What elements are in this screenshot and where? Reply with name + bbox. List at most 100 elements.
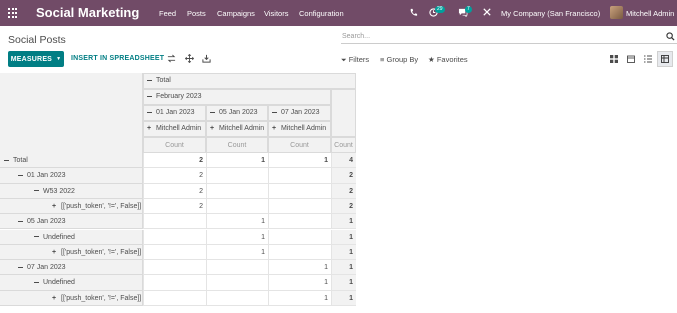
pivot-row-header[interactable]: 07 Jan 2023 (0, 260, 143, 276)
pivot-value-cell[interactable]: 2 (143, 198, 206, 215)
pivot-col-date-header[interactable]: 01 Jan 2023 (143, 105, 206, 121)
pivot-col-user-header[interactable]: + Mitchell Admin (206, 121, 268, 137)
calendar-view-button[interactable] (623, 51, 639, 67)
pivot-value-cell[interactable]: 1 (206, 244, 268, 261)
pivot-col-user-header[interactable]: + Mitchell Admin (143, 121, 206, 137)
pivot-col-total-header[interactable]: Total (143, 73, 356, 89)
pivot-value-cell[interactable]: 2 (143, 168, 206, 184)
collapse-icon (210, 109, 219, 116)
kanban-view-button[interactable] (606, 51, 622, 67)
pivot-value-cell[interactable] (143, 214, 206, 230)
pivot-value-cell[interactable] (268, 214, 331, 230)
menu-feed[interactable]: Feed (159, 9, 176, 18)
pivot-col-date-header[interactable]: 07 Jan 2023 (268, 105, 331, 121)
phone-icon[interactable] (409, 8, 418, 19)
app-brand[interactable]: Social Marketing (36, 5, 139, 20)
measure-header[interactable]: Count (268, 137, 331, 153)
pivot-value-cell[interactable]: 1 (331, 260, 356, 276)
groupby-dropdown[interactable]: ≡ Group By (380, 55, 418, 64)
pivot-value-cell[interactable] (206, 168, 268, 184)
pivot-row-header[interactable]: 01 Jan 2023 (0, 168, 143, 184)
menu-configuration[interactable]: Configuration (299, 9, 344, 18)
col-date-label: 05 Jan 2023 (219, 109, 258, 116)
company-switcher[interactable]: My Company (San Francisco) (501, 9, 600, 18)
flip-axis-icon[interactable] (167, 54, 176, 63)
pivot-row-header[interactable]: + [['push_token', '!=', False]] (0, 290, 143, 306)
pivot-value-cell[interactable]: 1 (206, 229, 268, 245)
pivot-value-cell[interactable] (143, 244, 206, 261)
expand-all-icon[interactable] (184, 53, 195, 64)
pivot-value-cell[interactable]: 1 (206, 214, 268, 230)
kanban-icon (610, 55, 618, 63)
pivot-col-date-header[interactable]: 05 Jan 2023 (206, 105, 268, 121)
pivot-value-cell[interactable]: 1 (206, 153, 268, 169)
user-menu[interactable]: Mitchell Admin (626, 9, 674, 18)
menu-visitors[interactable]: Visitors (264, 9, 288, 18)
pivot-row-header[interactable]: + [['push_token', '!=', False]] (0, 198, 143, 215)
pivot-value-cell[interactable]: 1 (331, 290, 356, 306)
menu-posts[interactable]: Posts (187, 9, 206, 18)
pivot-value-cell[interactable]: 2 (331, 183, 356, 199)
pivot-value-cell[interactable] (206, 290, 268, 306)
pivot-corner (0, 73, 143, 153)
insert-spreadsheet-button[interactable]: INSERT IN SPREADSHEET (71, 55, 164, 62)
pivot-value-cell[interactable]: 2 (143, 153, 206, 169)
pivot-value-cell[interactable]: 1 (268, 153, 331, 169)
pivot-row-header[interactable]: Undefined (0, 229, 143, 245)
measure-header[interactable]: Count (331, 137, 356, 153)
pivot-value-cell[interactable]: 1 (331, 244, 356, 261)
pivot-row-header[interactable]: 05 Jan 2023 (0, 214, 143, 230)
pivot-value-cell[interactable] (143, 260, 206, 276)
pivot-row-header[interactable]: W53 2022 (0, 183, 143, 199)
user-avatar[interactable] (610, 6, 623, 19)
search-icon[interactable] (666, 32, 675, 41)
pivot-row-label: 01 Jan 2023 (27, 172, 66, 180)
pivot-value-cell[interactable]: 1 (331, 229, 356, 245)
collapse-icon (34, 279, 43, 286)
pivot-value-cell[interactable] (206, 198, 268, 215)
pivot-value-cell[interactable]: 1 (331, 275, 356, 291)
pivot-col-user-header[interactable]: + Mitchell Admin (268, 121, 331, 137)
measure-header[interactable]: Count (143, 137, 206, 153)
search-bar[interactable]: Search... (341, 30, 677, 44)
pivot-value-cell[interactable]: 1 (268, 260, 331, 276)
pivot-value-cell[interactable]: 1 (331, 214, 356, 230)
pivot-value-cell[interactable] (143, 275, 206, 291)
pivot-value-cell[interactable]: 4 (331, 153, 356, 169)
pivot-value-cell[interactable] (268, 183, 331, 199)
pivot-value-cell[interactable] (268, 229, 331, 245)
pivot-value-cell[interactable]: 2 (331, 198, 356, 215)
measures-button[interactable]: MEASURES ▼ (8, 51, 64, 67)
pivot-value-cell[interactable] (268, 198, 331, 215)
pivot-row-label: Undefined (43, 279, 75, 287)
pivot-row-header[interactable]: + [['push_token', '!=', False]] (0, 244, 143, 261)
debug-tools-icon[interactable] (483, 8, 491, 18)
pivot-row-header[interactable]: Undefined (0, 275, 143, 291)
pivot-value-cell[interactable] (143, 290, 206, 306)
pivot-row-header[interactable]: Total (0, 153, 143, 169)
list-view-button[interactable] (640, 51, 656, 67)
pivot-value-cell[interactable]: 2 (143, 183, 206, 199)
measure-header[interactable]: Count (206, 137, 268, 153)
pivot-value-cell[interactable] (268, 244, 331, 261)
filters-dropdown[interactable]: ⏷ Filters (341, 55, 369, 65)
pivot-value-cell[interactable]: 1 (268, 275, 331, 291)
pivot-value-cell[interactable]: 2 (331, 168, 356, 184)
expand-plus-icon: + (272, 125, 277, 132)
pivot-col-month-header[interactable]: February 2023 (143, 89, 331, 105)
pivot-value-cell[interactable] (206, 260, 268, 276)
pivot-view-button[interactable] (657, 51, 673, 67)
caret-down-icon: ▼ (56, 56, 62, 62)
pivot-value-cell[interactable] (206, 275, 268, 291)
pivot-value-cell[interactable] (143, 229, 206, 245)
pivot-value-cell[interactable]: 1 (268, 290, 331, 306)
pivot-value-cell[interactable] (268, 168, 331, 184)
favorites-dropdown[interactable]: ★ Favorites (428, 55, 468, 64)
apps-menu-icon[interactable] (8, 8, 18, 18)
download-icon[interactable] (202, 54, 211, 63)
pivot-row-label: [['push_token', '!=', False]] (61, 248, 142, 256)
pivot-value-cell[interactable] (206, 183, 268, 199)
list-icon (644, 55, 652, 63)
search-input[interactable]: Search... (342, 33, 370, 40)
menu-campaigns[interactable]: Campaigns (217, 9, 255, 18)
